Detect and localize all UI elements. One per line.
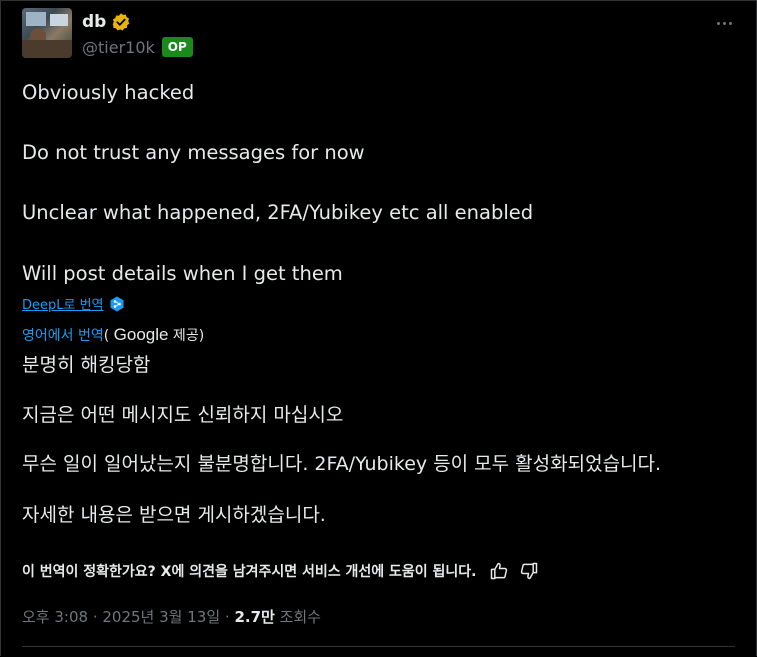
post-date[interactable]: 2025년 3월 13일 [102,608,220,626]
paren-open: ( [103,328,114,344]
google-brand: Google [113,325,169,344]
translated-line: 무슨 일이 일어났는지 불분명합니다. 2FA/Yubikey 등이 모두 활성… [22,453,662,475]
tweet-line: Will post details when I get them [22,262,343,285]
avatar-desk [22,40,72,58]
translate-from-english-link[interactable]: 영어에서 번역 [22,328,104,344]
avatar-screen-right [50,14,68,26]
translated-line: 분명히 해킹당함 [22,354,151,376]
translated-line: 자세한 내용은 받으면 게시하겠습니다. [22,504,326,526]
google-translate-attribution: 영어에서 번역( Google 제공) [22,325,204,345]
translation-feedback: 이 번역이 정확한가요? X에 의견을 남겨주시면 서비스 개선에 도움이 됩니… [22,561,539,581]
post-time[interactable]: 오후 3:08 [22,608,88,626]
more-options-icon[interactable] [713,12,735,34]
avatar[interactable] [22,8,72,58]
tweet-meta: 오후 3:08 · 2025년 3월 13일 · 2.7만 조회수 [22,606,321,627]
author-name[interactable]: db [82,12,106,32]
deepl-translate-link[interactable]: DeepL로 번역 [22,294,104,313]
op-badge: OP [161,37,193,57]
attribution-suffix: 제공) [168,328,205,344]
tweet-text: Obviously hacked Do not trust any messag… [22,80,732,286]
tweet-line: Unclear what happened, 2FA/Yubikey etc a… [22,201,534,224]
thumbs-up-icon[interactable] [489,561,509,581]
deepl-translate: DeepL로 번역 [22,294,125,313]
translated-line: 지금은 어떤 메시지도 신뢰하지 마십시오 [22,404,344,426]
feedback-prompt: 이 번역이 정확한가요? X에 의견을 남겨주시면 서비스 개선에 도움이 됩니… [22,564,477,580]
meta-separator: · [88,608,103,626]
divider [22,646,735,647]
tweet-header: db @tier10k OP [22,8,735,60]
author-handle[interactable]: @tier10k [82,38,155,57]
deepl-icon [110,296,124,311]
avatar-screen-left [26,12,46,26]
meta-separator: · [220,608,235,626]
tweet-line: Do not trust any messages for now [22,141,365,164]
verified-badge-icon[interactable] [111,12,131,32]
author-name-row: db [82,12,131,32]
author-handle-row: @tier10k OP [82,37,193,57]
views-count: 2.7만 [234,608,275,626]
views-label: 조회수 [274,608,321,626]
tweet-line: Obviously hacked [22,81,195,104]
thumbs-down-icon[interactable] [519,561,539,581]
translated-text: 분명히 해킹당함 지금은 어떤 메시지도 신뢰하지 마십시오 무슨 일이 일어났… [22,353,732,528]
